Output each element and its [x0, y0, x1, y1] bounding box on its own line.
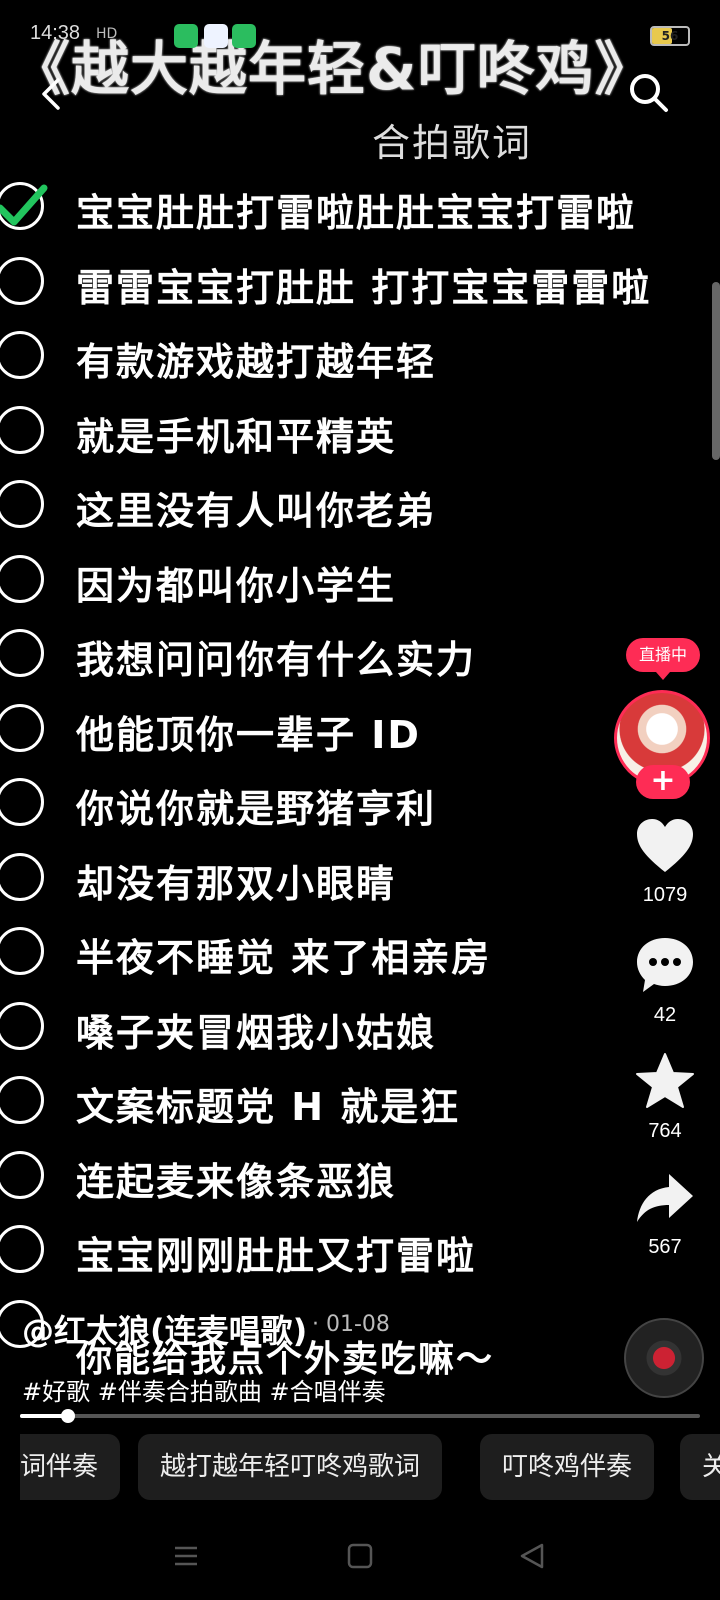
checkbox-circle[interactable]: [0, 480, 44, 528]
battery-icon: 56: [650, 26, 690, 46]
lyric-item[interactable]: 却没有那双小眼睛: [0, 841, 690, 917]
lyric-text: 连起麦来像条恶狼: [76, 1159, 397, 1204]
lyric-text: 宝宝肚肚打雷啦肚肚宝宝打雷啦: [76, 191, 637, 235]
live-badge[interactable]: 直播中: [626, 638, 700, 680]
lyric-item[interactable]: 连起麦来像条恶狼: [0, 1139, 690, 1215]
like-count: 1079: [642, 884, 688, 906]
lyric-item[interactable]: 有款游戏越打越年轻: [0, 319, 690, 395]
comment-button[interactable]: 42: [630, 936, 700, 1027]
share-arrow-icon: [637, 1174, 693, 1222]
checkbox-circle[interactable]: [0, 703, 44, 752]
lyric-text: 就是手机和平精英: [76, 414, 397, 459]
chip-item[interactable]: 关: [680, 1434, 720, 1500]
checkbox-circle[interactable]: [0, 629, 44, 677]
lyric-text: 却没有那双小眼睛: [76, 861, 397, 906]
lyric-text: 半夜不睡觉 来了相亲房: [76, 936, 492, 980]
lyric-item[interactable]: 因为都叫你小学生: [0, 543, 690, 619]
share-count: 567: [648, 1236, 682, 1258]
lyric-text: 文案标题党 H 就是狂: [76, 1085, 461, 1129]
lyric-text: 宝宝刚刚肚肚又打雷啦: [76, 1234, 477, 1278]
share-button[interactable]: 567: [630, 1172, 700, 1259]
checkbox-circle[interactable]: [0, 778, 44, 826]
checkbox-circle[interactable]: [0, 1225, 44, 1273]
favorite-count: 764: [648, 1120, 682, 1142]
checkbox-circle[interactable]: [0, 852, 44, 901]
hashtags[interactable]: #好歌 #伴奏合拍歌曲 #合唱伴奏: [22, 1372, 386, 1407]
app-notification-icon-2: [232, 24, 256, 48]
wechat-notification-icon: [174, 24, 198, 48]
follow-button[interactable]: +: [636, 765, 690, 799]
status-bar: 14:38 HD 56: [0, 18, 720, 52]
signal-indicator: HD: [96, 26, 118, 42]
scrollbar[interactable]: [712, 282, 720, 460]
back-button[interactable]: [34, 74, 74, 114]
related-search-chips: 词伴奏 越打越年轻叮咚鸡歌词 叮咚鸡伴奏 关: [20, 1434, 720, 1502]
chip-item[interactable]: 词伴奏: [20, 1434, 121, 1500]
checkbox-circle[interactable]: [0, 331, 44, 379]
checkbox-circle[interactable]: [0, 554, 44, 603]
progress-handle[interactable]: [60, 1409, 75, 1423]
lyric-item[interactable]: 就是手机和平精英: [0, 394, 690, 470]
lyric-item[interactable]: 他能顶你一辈子 ID: [0, 692, 690, 768]
star-icon: [636, 1053, 694, 1108]
comment-count: 42: [653, 1004, 677, 1026]
checkmark-icon: [0, 184, 48, 226]
author-name[interactable]: @红太狼(连麦唱歌): [22, 1306, 307, 1352]
post-date: · 01-08: [312, 1312, 390, 1337]
lyric-text: 我想问问你有什么实力: [76, 638, 477, 682]
lyric-item[interactable]: 这里没有人叫你老弟: [0, 468, 690, 544]
lyric-text: 嗓子夹冒烟我小姑娘: [76, 1010, 437, 1055]
chevron-left-icon: [42, 78, 60, 110]
back-triangle-icon[interactable]: [518, 1542, 546, 1570]
lyric-item[interactable]: 雷雷宝宝打肚肚 打打宝宝雷雷啦: [0, 245, 690, 321]
home-icon[interactable]: [346, 1542, 374, 1570]
lyric-text: 雷雷宝宝打肚肚 打打宝宝雷雷啦: [76, 265, 652, 310]
checkbox-circle[interactable]: [0, 405, 44, 454]
lyric-item[interactable]: 宝宝刚刚肚肚又打雷啦: [0, 1213, 690, 1289]
system-nav-bar: [0, 1530, 720, 1600]
video-subtitle: 合拍歌词: [372, 121, 533, 165]
checkbox-circle[interactable]: [0, 927, 44, 975]
lyric-item[interactable]: 宝宝肚肚打雷啦肚肚宝宝打雷啦: [0, 170, 690, 246]
lyric-text: 有款游戏越打越年轻: [76, 340, 437, 384]
favorite-button[interactable]: 764: [630, 1052, 700, 1143]
heart-icon: [637, 819, 693, 872]
lyric-item[interactable]: 半夜不睡觉 来了相亲房: [0, 915, 690, 991]
lyric-item[interactable]: 我想问问你有什么实力: [0, 617, 690, 693]
lyric-item[interactable]: 嗓子夹冒烟我小姑娘: [0, 990, 690, 1066]
music-disc-icon[interactable]: [624, 1318, 704, 1398]
lyric-text: 他能顶你一辈子 ID: [76, 712, 421, 757]
chip-item[interactable]: 叮咚鸡伴奏: [480, 1434, 655, 1500]
lyric-text: 你说你就是野猪亨利: [76, 787, 437, 831]
menu-icon[interactable]: [172, 1542, 200, 1570]
search-icon: [630, 74, 668, 112]
video-progress-bar[interactable]: [20, 1409, 700, 1423]
comment-icon: [637, 938, 693, 992]
lyric-text: 因为都叫你小学生: [76, 563, 397, 608]
search-button[interactable]: [626, 70, 670, 114]
checkbox-circle[interactable]: [0, 1076, 44, 1124]
lyric-item[interactable]: 你说你就是野猪亨利: [0, 766, 690, 842]
lyric-text: 这里没有人叫你老弟: [76, 489, 437, 533]
lyric-item[interactable]: 文案标题党 H 就是狂: [0, 1064, 690, 1140]
checkbox-circle[interactable]: [0, 256, 44, 305]
status-time: 14:38: [30, 22, 81, 44]
checkbox-circle[interactable]: [0, 1001, 44, 1050]
app-notification-icon: [204, 24, 228, 48]
chip-item[interactable]: 越打越年轻叮咚鸡歌词: [138, 1434, 443, 1500]
checkbox-circle[interactable]: [0, 1150, 44, 1199]
like-button[interactable]: 1079: [630, 818, 700, 907]
